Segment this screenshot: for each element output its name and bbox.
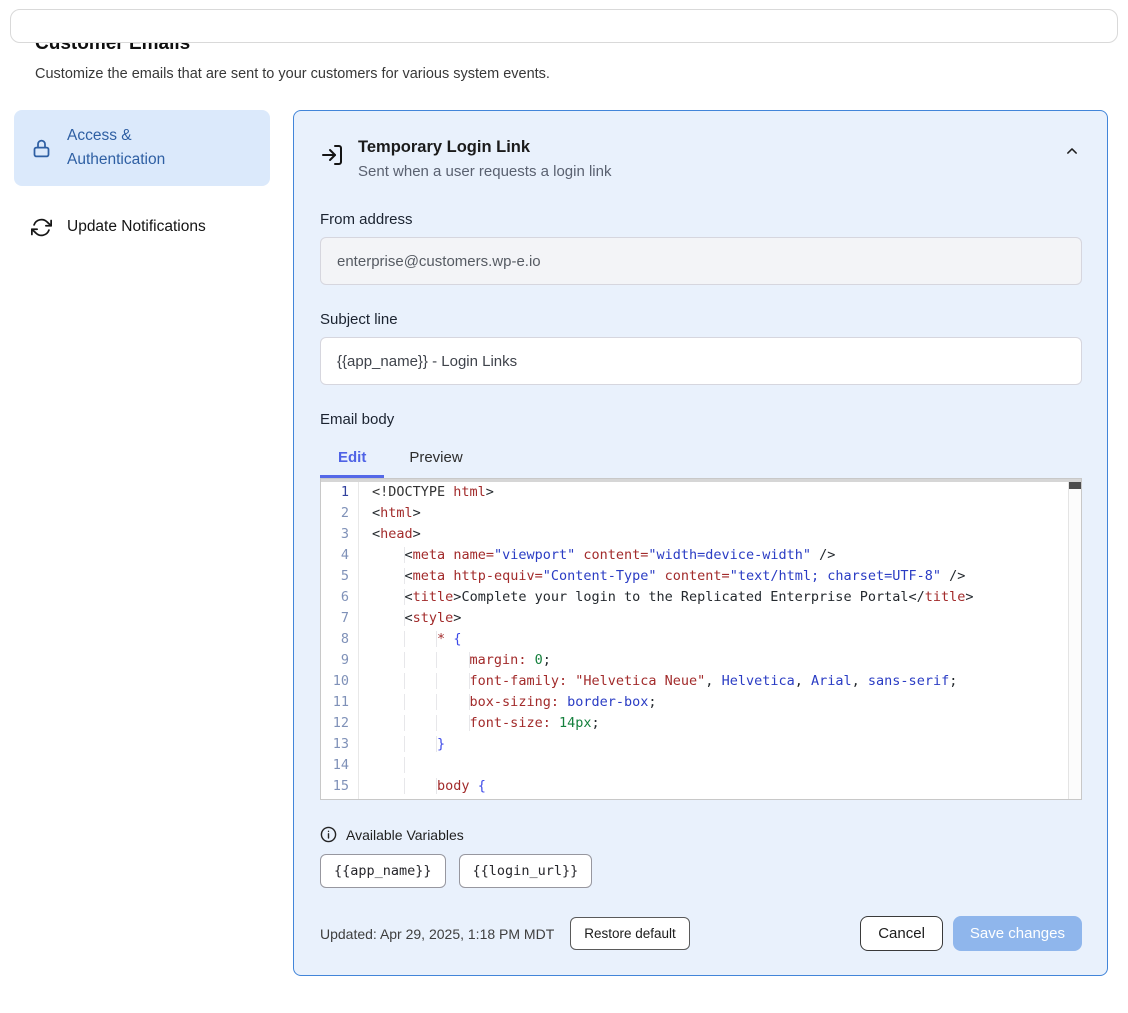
code-line: 5 <meta http-equiv="Content-Type" conten… (321, 566, 1067, 587)
code-line: 7 <style> (321, 608, 1067, 629)
email-body-tabs: Edit Preview (320, 441, 1082, 478)
available-variables-label: Available Variables (346, 827, 464, 843)
from-address-input[interactable] (320, 237, 1082, 285)
line-number: 7 (321, 608, 359, 629)
variable-chip-login-url[interactable]: {{login_url}} (459, 854, 593, 888)
code-line-content[interactable]: * { (359, 629, 461, 650)
sidebar-item-access-authentication[interactable]: Access & Authentication (14, 110, 270, 186)
subject-line-input[interactable] (320, 337, 1082, 385)
temporary-login-link-panel: Temporary Login Link Sent when a user re… (293, 110, 1108, 976)
code-line-content[interactable] (359, 755, 405, 776)
line-number: 11 (321, 692, 359, 713)
line-number: 1 (321, 482, 359, 503)
code-line: 6 <title>Complete your login to the Repl… (321, 587, 1067, 608)
line-number: 2 (321, 503, 359, 524)
code-line: 14 (321, 755, 1067, 776)
previous-section-card-edge (10, 9, 1118, 43)
updated-timestamp: Updated: Apr 29, 2025, 1:18 PM MDT (320, 926, 554, 942)
tab-edit[interactable]: Edit (320, 441, 384, 478)
restore-default-button[interactable]: Restore default (570, 917, 690, 950)
code-line-content[interactable]: <title>Complete your login to the Replic… (359, 587, 974, 608)
code-line: 8 * { (321, 629, 1067, 650)
email-body-label: Email body (320, 411, 1082, 428)
line-number: 3 (321, 524, 359, 545)
email-types-sidebar: Access & Authentication Update Notificat… (14, 110, 270, 250)
code-lines: 1<!DOCTYPE html>2<html>3<head>4 <meta na… (321, 482, 1067, 800)
line-number: 15 (321, 776, 359, 797)
save-changes-button[interactable]: Save changes (953, 916, 1082, 951)
line-number: 6 (321, 587, 359, 608)
line-number: 13 (321, 734, 359, 755)
code-line: 12 font-size: 14px; (321, 713, 1067, 734)
editor-vertical-scrollbar[interactable] (1068, 482, 1081, 799)
cancel-button[interactable]: Cancel (860, 916, 943, 951)
from-address-label: From address (320, 211, 1082, 228)
code-line-content[interactable]: <head> (359, 524, 421, 545)
line-number: 14 (321, 755, 359, 776)
editor-top-scroll-track (321, 479, 1081, 482)
scrollbar-thumb[interactable] (1069, 482, 1081, 489)
available-variables-header: Available Variables (320, 826, 1082, 843)
code-line-content[interactable]: <!DOCTYPE html> (359, 482, 494, 503)
line-number: 4 (321, 545, 359, 566)
code-line: 16 background-color: #ffffff; (321, 797, 1067, 800)
sidebar-item-label: Update Notifications (67, 218, 206, 236)
line-number: 9 (321, 650, 359, 671)
info-icon (320, 826, 337, 843)
code-line: 4 <meta name="viewport" content="width=d… (321, 545, 1067, 566)
subject-line-label: Subject line (320, 311, 1082, 328)
variable-chips: {{app_name}} {{login_url}} (320, 854, 1082, 888)
panel-header: Temporary Login Link Sent when a user re… (320, 135, 1082, 183)
line-number: 5 (321, 566, 359, 587)
code-line-content[interactable]: font-family: "Helvetica Neue", Helvetica… (359, 671, 957, 692)
code-editor[interactable]: 1<!DOCTYPE html>2<html>3<head>4 <meta na… (320, 478, 1082, 800)
code-line-content[interactable]: <meta name="viewport" content="width=dev… (359, 545, 835, 566)
line-number: 10 (321, 671, 359, 692)
refresh-icon (30, 216, 52, 238)
chevron-up-icon[interactable] (1062, 141, 1082, 161)
code-line-content[interactable]: box-sizing: border-box; (359, 692, 657, 713)
page-subtitle: Customize the emails that are sent to yo… (35, 66, 1128, 82)
code-line-content[interactable]: <html> (359, 503, 421, 524)
variable-chip-app-name[interactable]: {{app_name}} (320, 854, 446, 888)
panel-title: Temporary Login Link (358, 135, 611, 159)
code-line: 13 } (321, 734, 1067, 755)
login-icon (320, 143, 344, 167)
code-line: 15 body { (321, 776, 1067, 797)
code-line: 2<html> (321, 503, 1067, 524)
code-line-content[interactable]: background-color: #ffffff; (359, 797, 681, 800)
code-line: 11 box-sizing: border-box; (321, 692, 1067, 713)
code-line-content[interactable]: <meta http-equiv="Content-Type" content=… (359, 566, 965, 587)
code-line-content[interactable]: body { (359, 776, 486, 797)
sidebar-item-label: Access & Authentication (67, 124, 199, 172)
line-number: 12 (321, 713, 359, 734)
line-number: 8 (321, 629, 359, 650)
panel-subtitle: Sent when a user requests a login link (358, 161, 611, 183)
content-columns: Access & Authentication Update Notificat… (14, 110, 1108, 976)
sidebar-item-update-notifications[interactable]: Update Notifications (14, 204, 270, 250)
code-line: 1<!DOCTYPE html> (321, 482, 1067, 503)
code-line: 3<head> (321, 524, 1067, 545)
panel-footer: Updated: Apr 29, 2025, 1:18 PM MDT Resto… (320, 916, 1082, 951)
code-line-content[interactable]: } (359, 734, 445, 755)
line-number: 16 (321, 797, 359, 800)
lock-icon (30, 137, 52, 159)
code-line-content[interactable]: font-size: 14px; (359, 713, 600, 734)
code-line-content[interactable]: margin: 0; (359, 650, 551, 671)
tab-preview[interactable]: Preview (391, 441, 480, 478)
code-line: 9 margin: 0; (321, 650, 1067, 671)
code-line-content[interactable]: <style> (359, 608, 461, 629)
panel-header-text: Temporary Login Link Sent when a user re… (358, 135, 611, 183)
code-line: 10 font-family: "Helvetica Neue", Helvet… (321, 671, 1067, 692)
